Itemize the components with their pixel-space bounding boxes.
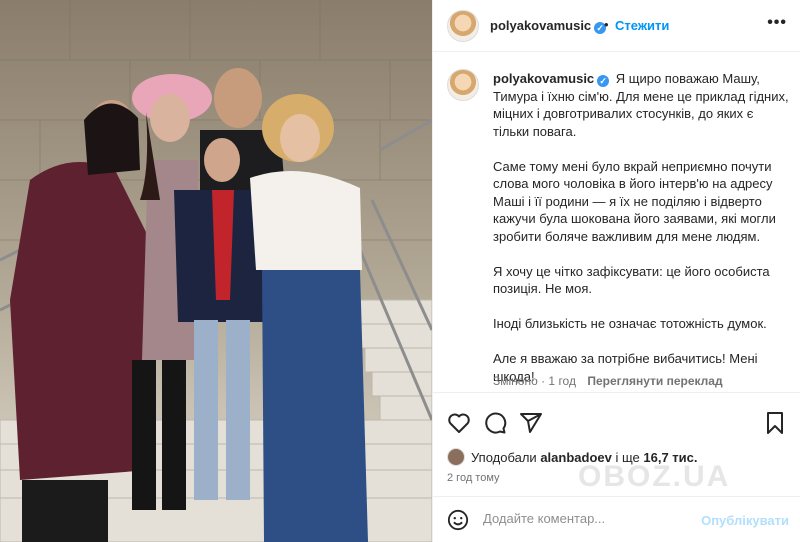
heart-icon[interactable] [447,411,471,435]
caption-paragraph: Саме тому мені було вкрай неприємно почу… [493,158,776,244]
caption-paragraph: polyakovamusic ✓ Я щиро поважаю Машу, Тим… [493,71,789,139]
comment-input[interactable] [483,511,693,526]
post-panel: polyakovamusic ✓ • Стежити ••• polyakovam… [432,0,800,542]
liker-username[interactable]: alanbadoev [540,450,612,465]
caption-meta: Змінено · 1 год Переглянути переклад [493,374,723,388]
post-caption: polyakovamusic ✓ Я щиро поважаю Машу, Тим… [493,70,793,403]
comment-bar: Опублікувати [433,496,800,542]
caption-paragraph: Я хочу це чітко зафіксувати: це його осо… [493,263,770,297]
post-comment-button[interactable]: Опублікувати [701,513,789,528]
more-options-icon[interactable]: ••• [767,14,787,32]
author-username[interactable]: polyakovamusic ✓ [490,18,607,34]
comment-icon[interactable] [483,411,507,435]
photo-illustration [0,0,432,542]
post-header: polyakovamusic ✓ • Стежити ••• [433,0,800,52]
edited-timestamp: Змінено · 1 год [493,374,576,388]
likes-count[interactable]: 16,7 тис. [643,450,697,465]
header-separator: • [604,17,609,32]
likes-summary: Уподобали alanbadoev і ще 16,7 тис. [447,448,698,466]
follow-button[interactable]: Стежити [615,18,669,33]
share-icon[interactable] [519,411,543,435]
post-photo[interactable] [0,0,432,542]
post-timestamp[interactable]: 2 год тому [447,472,500,484]
action-bar [433,400,800,444]
bookmark-icon[interactable] [763,411,787,435]
author-avatar[interactable] [447,10,479,42]
caption-username[interactable]: polyakovamusic ✓ [493,71,610,87]
caption-paragraph: Іноді близькість не означає тотожність д… [493,316,767,331]
emoji-icon[interactable] [447,509,469,531]
liker-avatar[interactable] [447,448,465,466]
verified-badge-icon: ✓ [597,75,610,87]
caption-author-avatar[interactable] [447,69,479,101]
see-translation-link[interactable]: Переглянути переклад [587,374,722,388]
caption-section: polyakovamusic ✓ Я щиро поважаю Машу, Тим… [433,53,800,393]
